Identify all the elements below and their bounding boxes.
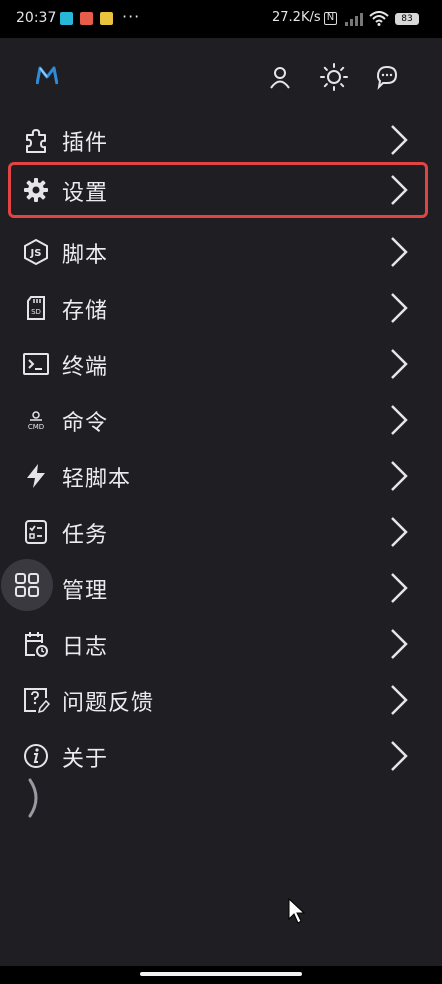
chevron-right-icon xyxy=(391,175,408,205)
status-time: 20:37 xyxy=(16,10,57,26)
menu-item-label: 命令 xyxy=(62,411,109,436)
menu-item-light-script[interactable]: 轻脚本 xyxy=(8,448,428,504)
chevron-right-icon xyxy=(391,293,408,323)
menu-item-tasks[interactable]: 任务 xyxy=(8,504,428,560)
home-indicator[interactable] xyxy=(140,972,302,976)
battery-indicator: 83 xyxy=(395,13,419,25)
brightness-icon[interactable] xyxy=(319,62,349,92)
menu-item-label: 日志 xyxy=(62,635,109,660)
info-icon xyxy=(20,740,52,772)
menu-item-label: 管理 xyxy=(62,579,109,604)
menu-item-command[interactable]: CMD 命令 xyxy=(8,392,428,448)
log-calendar-icon xyxy=(20,628,52,660)
navigation-bar xyxy=(0,966,442,984)
app-header xyxy=(0,38,442,112)
chevron-right-icon xyxy=(391,517,408,547)
menu-item-plugins[interactable]: 插件 xyxy=(8,112,428,168)
chevron-right-icon xyxy=(391,405,408,435)
menu-item-feedback[interactable]: 问题反馈 xyxy=(8,672,428,728)
menu-item-label: 任务 xyxy=(62,523,109,548)
gear-icon xyxy=(20,174,52,206)
notification-app-icon xyxy=(80,12,93,25)
loading-spinner-icon xyxy=(28,778,38,818)
sd-card-icon: SD xyxy=(20,292,52,324)
terminal-icon xyxy=(20,348,52,380)
chevron-right-icon xyxy=(391,125,408,155)
nodejs-icon: JS xyxy=(20,236,52,268)
menu-item-terminal[interactable]: 终端 xyxy=(8,336,428,392)
grid-icon xyxy=(15,573,39,597)
chevron-right-icon xyxy=(391,461,408,491)
m-logo xyxy=(36,66,58,85)
menu-item-label: 问题反馈 xyxy=(62,691,155,716)
status-bar: 20:37 ··· 27.2K/s N 83 xyxy=(0,0,442,38)
notification-app-icon xyxy=(60,12,73,25)
task-list-icon xyxy=(20,516,52,548)
menu-item-storage[interactable]: SD 存储 xyxy=(8,280,428,336)
menu-item-label: 关于 xyxy=(62,747,109,772)
menu-item-label: 存储 xyxy=(62,299,109,324)
menu-item-label: 终端 xyxy=(62,355,109,380)
menu-item-logs[interactable]: 日志 xyxy=(8,616,428,672)
chevron-right-icon xyxy=(391,685,408,715)
chevron-right-icon xyxy=(391,741,408,771)
menu-item-scripts[interactable]: JS 脚本 xyxy=(8,224,428,280)
chevron-right-icon xyxy=(391,629,408,659)
svg-text:CMD: CMD xyxy=(28,423,44,431)
menu-item-label: 设置 xyxy=(62,181,109,206)
chevron-right-icon xyxy=(391,237,408,267)
nfc-icon: N xyxy=(324,12,337,25)
menu-item-label: 轻脚本 xyxy=(62,467,132,492)
lightning-icon xyxy=(20,460,52,492)
network-speed: 27.2K/s xyxy=(272,10,321,25)
feedback-icon xyxy=(20,684,52,716)
menu-item-about[interactable]: 关于 xyxy=(8,728,428,784)
svg-text:JS: JS xyxy=(30,248,42,259)
more-notifications-icon: ··· xyxy=(122,7,141,26)
user-icon[interactable] xyxy=(265,62,295,92)
mouse-cursor-icon xyxy=(288,898,306,924)
cmd-icon: CMD xyxy=(20,404,52,436)
notification-app-icon xyxy=(100,12,113,25)
chat-icon[interactable] xyxy=(373,62,403,92)
puzzle-icon xyxy=(20,124,52,156)
signal-icon xyxy=(345,13,363,26)
menu-item-label: 脚本 xyxy=(62,243,109,268)
svg-text:SD: SD xyxy=(31,308,41,316)
chevron-right-icon xyxy=(391,349,408,379)
wifi-icon xyxy=(369,11,389,26)
menu-item-settings[interactable]: 设置 xyxy=(8,162,428,218)
menu-item-manage[interactable]: 管理 xyxy=(8,560,428,616)
menu-item-label: 插件 xyxy=(62,131,109,156)
floating-grid-button[interactable] xyxy=(1,559,53,611)
chevron-right-icon xyxy=(391,573,408,603)
